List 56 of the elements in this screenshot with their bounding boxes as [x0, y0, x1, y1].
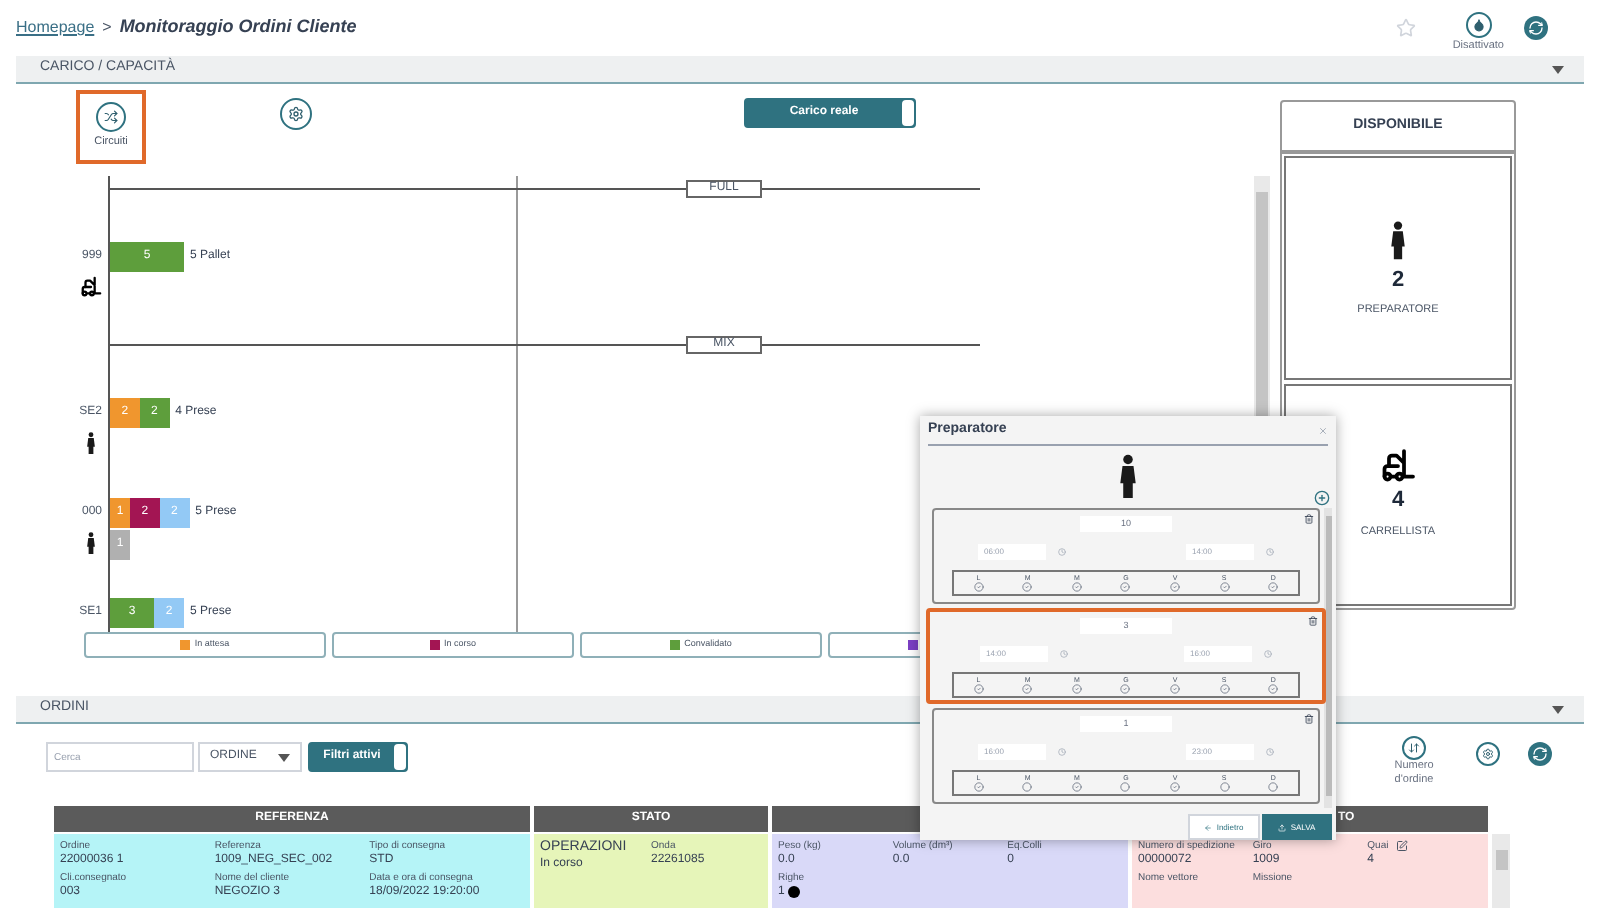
- sort-icon: [1408, 742, 1420, 754]
- day-checkbox[interactable]: [1268, 782, 1279, 792]
- settings-icon[interactable]: [280, 98, 312, 130]
- clock-icon[interactable]: [1058, 548, 1066, 556]
- day-checkbox[interactable]: [1120, 684, 1131, 694]
- day-checkbox[interactable]: [1219, 782, 1230, 792]
- scrollbar[interactable]: [1324, 508, 1332, 808]
- day-checkbox[interactable]: [1120, 582, 1131, 592]
- day-checkbox[interactable]: [973, 782, 984, 792]
- day-checkbox[interactable]: [1170, 782, 1181, 792]
- clock-icon[interactable]: [1058, 748, 1066, 756]
- settings-icon[interactable]: [1476, 742, 1500, 766]
- person-icon: [1118, 454, 1138, 498]
- day-checkbox[interactable]: [1219, 684, 1230, 694]
- delete-icon[interactable]: [1304, 514, 1314, 524]
- favorite-star-icon[interactable]: [1396, 18, 1417, 38]
- dropdown-arrow-icon[interactable]: [1552, 65, 1564, 73]
- resource-count: 2: [1391, 265, 1405, 296]
- clock-icon[interactable]: [1266, 748, 1274, 756]
- day-checkbox[interactable]: [1022, 782, 1033, 792]
- day-checkbox[interactable]: [1268, 684, 1279, 694]
- scrollbar[interactable]: [1492, 834, 1510, 908]
- dropdown-arrow-icon[interactable]: [278, 753, 290, 761]
- day-checkbox[interactable]: [1120, 782, 1131, 792]
- day-checkbox[interactable]: [973, 684, 984, 694]
- info-icon[interactable]: [788, 886, 801, 898]
- forklift-icon: [1380, 448, 1416, 485]
- resource-count: 4: [1391, 486, 1405, 517]
- clock-icon[interactable]: [1060, 650, 1068, 658]
- day-checkbox[interactable]: [1170, 684, 1181, 694]
- day-checkbox[interactable]: [1071, 684, 1082, 694]
- day-checkbox[interactable]: [1071, 782, 1082, 792]
- page-title: Monitoraggio Ordini Cliente: [119, 14, 357, 41]
- edit-icon[interactable]: [1396, 840, 1409, 852]
- shuffle-icon: [104, 110, 118, 125]
- delete-icon[interactable]: [1304, 714, 1314, 724]
- forklift-icon: [80, 276, 102, 298]
- day-checkbox[interactable]: [1219, 582, 1230, 592]
- day-checkbox[interactable]: [1022, 684, 1033, 694]
- breadcrumb-separator: >: [102, 16, 112, 40]
- clock-icon[interactable]: [1266, 548, 1274, 556]
- clock-icon[interactable]: [1264, 650, 1272, 658]
- refresh-icon[interactable]: [1528, 742, 1552, 766]
- day-checkbox[interactable]: [973, 582, 984, 592]
- breadcrumb-link[interactable]: Homepage: [16, 16, 95, 40]
- delete-icon[interactable]: [1308, 616, 1318, 626]
- add-icon[interactable]: [1314, 490, 1330, 506]
- day-checkbox[interactable]: [1022, 582, 1033, 592]
- refresh-icon[interactable]: [1524, 16, 1548, 40]
- day-checkbox[interactable]: [1170, 582, 1181, 592]
- upload-icon: [1278, 823, 1287, 831]
- arrow-left-icon: [1204, 823, 1213, 831]
- day-checkbox[interactable]: [1268, 582, 1279, 592]
- dropdown-arrow-icon[interactable]: [1552, 705, 1564, 713]
- drop-icon: [1471, 18, 1486, 33]
- day-checkbox[interactable]: [1071, 582, 1082, 592]
